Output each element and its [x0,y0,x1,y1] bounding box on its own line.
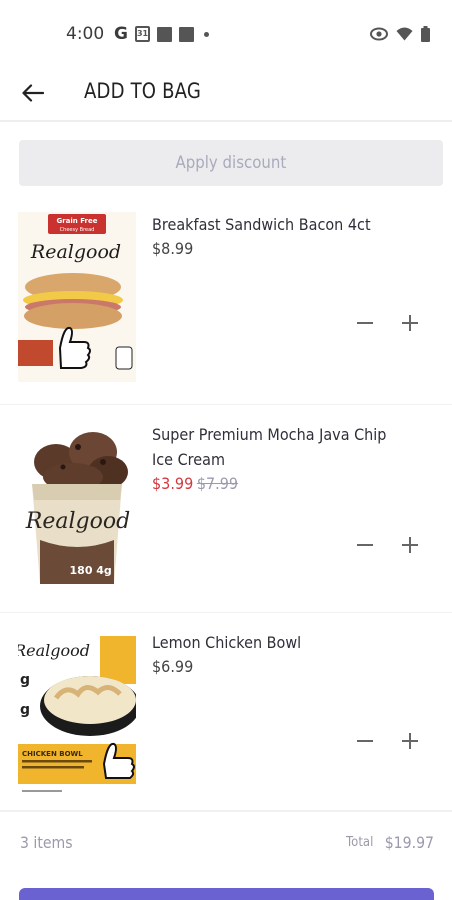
minus-icon [357,544,373,546]
notification-icons: G 31 [114,25,209,43]
product-price: $6.99 [152,657,194,676]
product-price: $8.99 [152,239,194,258]
total-label: Total [346,835,374,850]
apply-discount-button[interactable]: Apply discount [19,140,443,186]
plus-icon [402,315,418,331]
battery-icon [421,26,430,42]
notification-icon [178,26,194,42]
dot-icon [203,31,209,37]
back-arrow-icon [22,84,44,102]
product-price: $3.99 $7.99 [152,474,238,493]
plus-icon [402,733,418,749]
status-time: 4:00 [66,24,105,44]
divider [0,404,452,405]
increase-quantity-button[interactable] [396,531,424,559]
checkout-button[interactable] [19,888,434,900]
brand-logo: Realgood [18,641,90,660]
ice-cream-image: Realgood 180 4g [18,422,136,592]
apply-discount-label: Apply discount [175,153,287,173]
side-text-a: g [20,672,30,688]
item-count: 3 items [20,833,73,852]
calendar-icon: 31 [134,26,150,42]
product-name: Lemon Chicken Bowl [152,633,302,652]
notification-icon [156,26,172,42]
wifi-icon [396,27,413,41]
badge-text: CHICKEN BOWL [22,750,83,758]
product-image: Grain Free Cheesy Bread Realgood [18,212,136,382]
product-image: Realgood g g CHICKEN BOWL [18,636,136,798]
lemon-chicken-bowl-image: Realgood g g CHICKEN BOWL [18,636,136,798]
product-image: Realgood 180 4g [18,422,136,592]
increase-quantity-button[interactable] [396,309,424,337]
decrease-quantity-button[interactable] [351,531,379,559]
sale-price: $3.99 [152,474,194,493]
calorie-text: 180 [70,564,93,577]
brand-logo: Realgood [30,241,121,263]
badge-subtext: Cheesy Bread [60,227,95,233]
badge-text: Grain Free [56,217,97,225]
breakfast-sandwich-image: Grain Free Cheesy Bread Realgood [18,212,136,382]
side-text-b: g [20,702,30,718]
minus-icon [357,322,373,324]
page-title: ADD TO BAG [84,79,202,103]
increase-quantity-button[interactable] [396,727,424,755]
brand-logo: Realgood [25,509,130,534]
system-icons [370,26,430,42]
back-button[interactable] [16,76,50,110]
eye-icon [370,27,388,41]
minus-icon [357,740,373,742]
status-bar: 4:00 G 31 [0,0,452,70]
product-name: Super Premium Mocha Java Chip Ice Cream [152,425,387,469]
decrease-quantity-button[interactable] [351,727,379,755]
google-icon: G [114,24,128,44]
cart-summary: 3 items Total $19.97 [0,810,452,872]
app-header: ADD TO BAG [0,70,452,122]
original-price: $7.99 [196,474,239,493]
total-value: $19.97 [384,833,434,852]
divider [0,612,452,613]
plus-icon [402,537,418,553]
product-name: Breakfast Sandwich Bacon 4ct [152,215,371,234]
decrease-quantity-button[interactable] [351,309,379,337]
protein-text: 4g [96,564,112,577]
